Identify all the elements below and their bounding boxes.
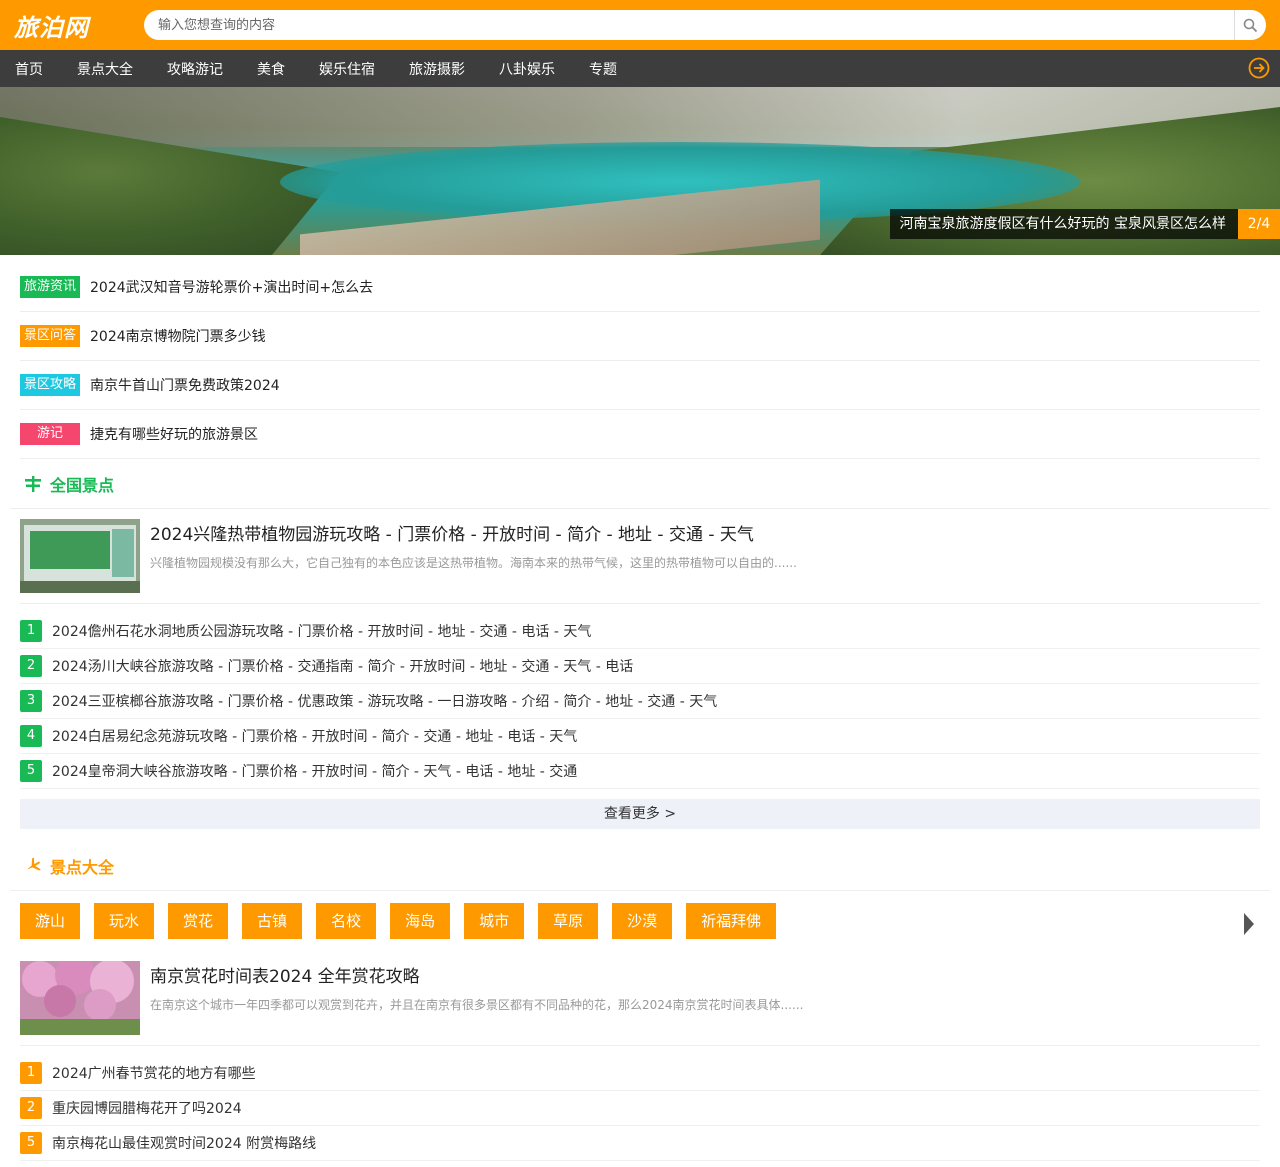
rank-badge: 1 (20, 1062, 42, 1084)
news-tag: 旅游资讯 (20, 276, 80, 298)
nav-item-lodging[interactable]: 娱乐住宿 (319, 59, 375, 79)
list-item[interactable]: 3 2024三亚槟榔谷旅游攻略 - 门票价格 - 优惠政策 - 游玩攻略 - 一… (20, 684, 1260, 719)
view-more-button[interactable]: 查看更多 > (20, 799, 1260, 829)
search-bar (144, 10, 1266, 40)
section-title[interactable]: 全国景点 (50, 472, 114, 496)
category-tag[interactable]: 祈福拜佛 (686, 903, 777, 939)
nav-item-photography[interactable]: 旅游摄影 (409, 59, 465, 79)
rank-badge: 1 (20, 620, 42, 642)
category-tag[interactable]: 游山 (20, 903, 81, 939)
section-title[interactable]: 景点大全 (50, 854, 114, 878)
list-item[interactable]: 1 2024广州春节赏花的地方有哪些 (20, 1056, 1260, 1091)
rank-badge: 3 (20, 690, 42, 712)
news-list: 旅游资讯 2024武汉知音号游轮票价+演出时间+怎么去 景区问答 2024南京博… (0, 263, 1280, 459)
header: 旅泊网 (0, 0, 1280, 50)
list-item-title[interactable]: 南京梅花山最佳观赏时间2024 附赏梅路线 (52, 1133, 316, 1153)
list-item[interactable]: 2 重庆园博园腊梅花开了吗2024 (20, 1091, 1260, 1126)
section-header-national: 全国景点 (10, 459, 1270, 509)
category-tag[interactable]: 草原 (538, 903, 599, 939)
list-item[interactable]: 1 2024儋州石花水洞地质公园游玩攻略 - 门票价格 - 开放时间 - 地址 … (20, 614, 1260, 649)
category-tag[interactable]: 赏花 (168, 903, 229, 939)
news-tag: 游记 (20, 423, 80, 445)
rank-badge: 4 (20, 725, 42, 747)
news-item[interactable]: 旅游资讯 2024武汉知音号游轮票价+演出时间+怎么去 (20, 263, 1260, 312)
logo-text: 旅泊网 (14, 13, 89, 42)
category-tag[interactable]: 名校 (316, 903, 377, 939)
category-tag[interactable]: 海岛 (390, 903, 451, 939)
list-item-title[interactable]: 2024皇帝洞大峡谷旅游攻略 - 门票价格 - 开放时间 - 简介 - 天气 -… (52, 761, 577, 781)
news-item[interactable]: 游记 捷克有哪些好玩的旅游景区 (20, 410, 1260, 459)
feature-title[interactable]: 2024兴隆热带植物园游玩攻略 - 门票价格 - 开放时间 - 简介 - 地址 … (150, 520, 797, 545)
search-icon (1243, 18, 1258, 32)
list-item[interactable]: 4 2024白居易纪念苑游玩攻略 - 门票价格 - 开放时间 - 简介 - 交通… (20, 719, 1260, 754)
list-item[interactable]: 5 南京梅花山最佳观赏时间2024 附赏梅路线 (20, 1126, 1260, 1161)
list-item[interactable]: 5 2024皇帝洞大峡谷旅游攻略 - 门票价格 - 开放时间 - 简介 - 天气… (20, 754, 1260, 789)
feature-thumbnail[interactable] (20, 961, 140, 1035)
nav-item-attractions[interactable]: 景点大全 (77, 59, 133, 79)
feature-desc: 在南京这个城市一年四季都可以观赏到花卉，并且在南京有很多景区都有不同品种的花，那… (150, 998, 804, 1012)
rank-badge: 5 (20, 1132, 42, 1154)
news-item[interactable]: 景区攻略 南京牛首山门票免费政策2024 (20, 361, 1260, 410)
nav-item-food[interactable]: 美食 (257, 59, 285, 79)
site-logo[interactable]: 旅泊网 (14, 5, 130, 45)
news-tag: 景区问答 (20, 325, 80, 347)
banner-caption[interactable]: 河南宝泉旅游度假区有什么好玩的 宝泉风景区怎么样 2/4 (889, 209, 1280, 239)
rank-badge: 2 (20, 655, 42, 677)
news-title[interactable]: 捷克有哪些好玩的旅游景区 (90, 424, 258, 444)
arrow-right-circle-icon[interactable] (1248, 57, 1270, 79)
feature-thumbnail[interactable] (20, 519, 140, 593)
news-title[interactable]: 2024南京博物院门票多少钱 (90, 326, 266, 346)
caret-right-icon[interactable] (1242, 913, 1254, 935)
signpost-icon (25, 475, 41, 492)
ranked-list-attractions: 1 2024广州春节赏花的地方有哪些 2 重庆园博园腊梅花开了吗2024 5 南… (20, 1056, 1260, 1161)
news-item[interactable]: 景区问答 2024南京博物院门票多少钱 (20, 312, 1260, 361)
list-item-title[interactable]: 2024儋州石花水洞地质公园游玩攻略 - 门票价格 - 开放时间 - 地址 - … (52, 621, 591, 641)
nav-item-home[interactable]: 首页 (15, 59, 43, 79)
category-tags: 游山 玩水 赏花 古镇 名校 海岛 城市 草原 沙漠 祈福拜佛 (0, 891, 1280, 951)
main-nav: 首页 景点大全 攻略游记 美食 娱乐住宿 旅游摄影 八卦娱乐 专题 (0, 50, 1280, 87)
list-item-title[interactable]: 2024广州春节赏花的地方有哪些 (52, 1063, 256, 1083)
nav-item-guides[interactable]: 攻略游记 (167, 59, 223, 79)
section-header-attractions: 景点大全 (10, 841, 1270, 891)
airplane-icon (26, 856, 41, 871)
banner-carousel[interactable]: 河南宝泉旅游度假区有什么好玩的 宝泉风景区怎么样 2/4 (0, 87, 1280, 255)
list-item-title[interactable]: 2024汤川大峡谷旅游攻略 - 门票价格 - 交通指南 - 简介 - 开放时间 … (52, 656, 633, 676)
feature-desc: 兴隆植物园规模没有那么大，它自己独有的本色应该是这热带植物。海南本来的热带气候，… (150, 556, 797, 570)
news-title[interactable]: 2024武汉知音号游轮票价+演出时间+怎么去 (90, 277, 373, 297)
news-title[interactable]: 南京牛首山门票免费政策2024 (90, 375, 280, 395)
banner-index: 2/4 (1238, 209, 1280, 239)
category-tag[interactable]: 沙漠 (612, 903, 673, 939)
list-item[interactable]: 2 2024汤川大峡谷旅游攻略 - 门票价格 - 交通指南 - 简介 - 开放时… (20, 649, 1260, 684)
category-tag[interactable]: 城市 (464, 903, 525, 939)
feature-title[interactable]: 南京赏花时间表2024 全年赏花攻略 (150, 962, 803, 987)
list-item-title[interactable]: 2024白居易纪念苑游玩攻略 - 门票价格 - 开放时间 - 简介 - 交通 -… (52, 726, 577, 746)
ranked-list-national: 1 2024儋州石花水洞地质公园游玩攻略 - 门票价格 - 开放时间 - 地址 … (20, 614, 1260, 789)
banner-caption-text[interactable]: 河南宝泉旅游度假区有什么好玩的 宝泉风景区怎么样 (889, 209, 1238, 239)
search-input[interactable] (144, 11, 1234, 39)
category-tag[interactable]: 古镇 (242, 903, 303, 939)
nav-item-topics[interactable]: 专题 (589, 59, 617, 79)
list-item-title[interactable]: 重庆园博园腊梅花开了吗2024 (52, 1098, 242, 1118)
search-button[interactable] (1234, 10, 1266, 40)
category-tag[interactable]: 玩水 (94, 903, 155, 939)
feature-article[interactable]: 2024兴隆热带植物园游玩攻略 - 门票价格 - 开放时间 - 简介 - 地址 … (20, 509, 1260, 604)
rank-badge: 5 (20, 760, 42, 782)
list-item-title[interactable]: 2024三亚槟榔谷旅游攻略 - 门票价格 - 优惠政策 - 游玩攻略 - 一日游… (52, 691, 717, 711)
feature-article[interactable]: 南京赏花时间表2024 全年赏花攻略 在南京这个城市一年四季都可以观赏到花卉，并… (20, 951, 1260, 1046)
news-tag: 景区攻略 (20, 374, 80, 396)
rank-badge: 2 (20, 1097, 42, 1119)
nav-item-gossip[interactable]: 八卦娱乐 (499, 59, 555, 79)
